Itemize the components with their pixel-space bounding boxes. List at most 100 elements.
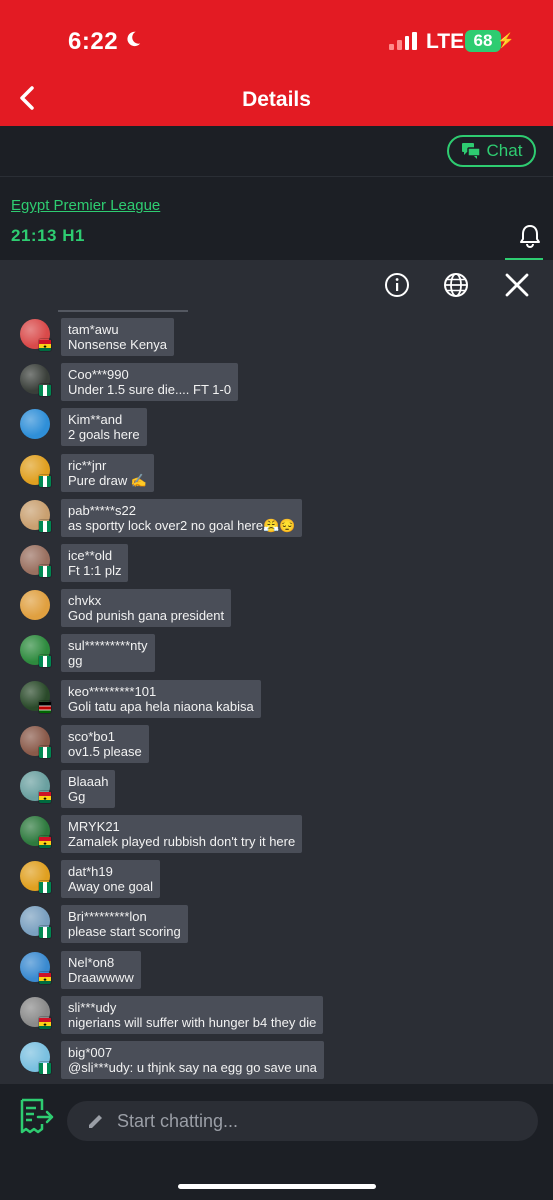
message-row: Kim**and 2 goals here xyxy=(0,408,553,453)
message-bubble[interactable]: MRYK21 Zamalek played rubbish don't try i… xyxy=(61,815,303,854)
bell-icon[interactable] xyxy=(516,222,544,250)
ghana-flag-icon xyxy=(39,836,51,849)
message-username: chvkx xyxy=(68,593,102,609)
message-row: chvkx God punish gana president xyxy=(0,589,553,634)
message-username: dat*h19 xyxy=(68,864,113,880)
message-username: Blaaah xyxy=(68,773,109,789)
league-link[interactable]: Egypt Premier League xyxy=(11,197,160,214)
signal-icon xyxy=(389,32,417,50)
message-username: Nel*on8 xyxy=(68,954,115,970)
ghana-flag-icon xyxy=(39,972,51,984)
message-text: Pure draw ✍ xyxy=(68,472,148,488)
message-text: Under 1.5 sure die.... FT 1-0 xyxy=(68,382,232,398)
message-text: Gg xyxy=(68,788,86,804)
nigeria-flag-icon xyxy=(39,655,51,668)
message-row: Nel*on8 Draawwww xyxy=(0,950,553,996)
ghana-flag-icon xyxy=(39,339,51,351)
nigeria-flag-icon xyxy=(39,475,51,487)
info-icon[interactable] xyxy=(384,272,410,298)
charging-icon: ⚡ xyxy=(497,32,515,48)
message-row: pab*****s22 as sportty lock over2 no goal… xyxy=(0,498,553,544)
home-indicator xyxy=(178,1184,376,1189)
message-bubble[interactable]: tam*awu Nonsense Kenya xyxy=(61,318,175,356)
message-text: Goli tatu apa hela niaona kabisa xyxy=(68,698,254,714)
message-row: Coo***990 Under 1.5 sure die.... FT 1-0 xyxy=(0,363,553,408)
nigeria-flag-icon xyxy=(39,746,51,758)
message-username: big*007 xyxy=(68,1045,113,1060)
message-row: ice**old Ft 1:1 plz xyxy=(0,543,553,589)
ghana-flag-icon xyxy=(39,1017,51,1029)
message-bubble[interactable]: dat*h19 Away one goal xyxy=(61,860,161,899)
message-row: Bri*********lon please start scoring xyxy=(0,905,553,950)
message-bubble[interactable]: Nel*on8 Draawwww xyxy=(61,950,141,989)
message-text: as sportty lock over2 no goal here😤😔 xyxy=(68,517,296,533)
message-row: MRYK21 Zamalek played rubbish don't try i… xyxy=(0,815,553,860)
message-username: sli***udy xyxy=(68,999,117,1015)
message-bubble[interactable]: Blaaah Gg xyxy=(61,769,116,808)
message-username: ric**jnr xyxy=(68,457,107,473)
message-bubble[interactable]: ric**jnr Pure draw ✍ xyxy=(61,453,155,492)
message-text: 2 goals here xyxy=(68,427,140,443)
message-text: Zamalek played rubbish don't try it here xyxy=(68,834,296,850)
message-text: nigerians will suffer with hunger b4 the… xyxy=(68,1014,317,1030)
message-username: pab*****s22 xyxy=(68,502,136,518)
chat-icon xyxy=(461,143,481,159)
message-row: sli***udy nigerians will suffer with hung… xyxy=(0,995,553,1041)
nigeria-flag-icon xyxy=(39,384,51,397)
message-row: big*007 @sli***udy: u thjnk say na egg go… xyxy=(0,1041,553,1086)
moon-icon xyxy=(127,31,141,47)
nigeria-flag-icon xyxy=(39,1062,51,1074)
message-text: gg xyxy=(68,653,83,669)
message-text: @sli***udy: u thjnk say na egg go save u… xyxy=(68,1060,317,1075)
message-text: ov1.5 please xyxy=(68,743,142,759)
message-bubble[interactable]: Coo***990 Under 1.5 sure die.... FT 1-0 xyxy=(61,363,239,402)
battery-icon: 68 xyxy=(465,30,501,52)
message-row: sco*bo1 ov1.5 please xyxy=(0,724,553,770)
message-list[interactable]: tam*awu Nonsense Kenya Coo***990 Under 1.5 … xyxy=(0,318,553,1086)
message-bubble[interactable]: sul*********nty gg xyxy=(61,634,155,673)
message-username: ice**old xyxy=(68,547,113,563)
message-username: MRYK21 xyxy=(68,819,120,835)
chat-input[interactable]: Start chatting... xyxy=(67,1101,538,1141)
nigeria-flag-icon xyxy=(39,520,51,532)
message-text: Away one goal xyxy=(68,879,154,895)
avatar[interactable] xyxy=(20,590,50,621)
message-row: tam*awu Nonsense Kenya xyxy=(0,318,553,363)
message-text: Nonsense Kenya xyxy=(68,337,168,352)
message-bubble[interactable]: Bri*********lon please start scoring xyxy=(61,905,188,944)
message-text: Ft 1:1 plz xyxy=(68,562,122,578)
chat-button[interactable]: Chat xyxy=(447,135,536,167)
message-username: Coo***990 xyxy=(68,367,129,383)
pencil-icon xyxy=(89,1115,102,1128)
kenya-flag-icon xyxy=(39,701,51,713)
message-username: keo*********101 xyxy=(68,683,157,699)
message-row: keo*********101 Goli tatu apa hela niaona… xyxy=(0,679,553,725)
nigeria-flag-icon xyxy=(39,565,51,577)
chat-input-placeholder: Start chatting... xyxy=(117,1110,239,1131)
message-row: Blaaah Gg xyxy=(0,769,553,815)
message-row: ric**jnr Pure draw ✍ xyxy=(0,453,553,499)
scroll-indicator xyxy=(58,310,188,312)
message-text: God punish gana president xyxy=(68,608,225,624)
message-username: sco*bo1 xyxy=(68,728,115,744)
globe-icon[interactable] xyxy=(443,272,469,298)
page-title: Details xyxy=(242,88,311,111)
message-bubble[interactable]: sli***udy nigerians will suffer with hung… xyxy=(61,995,324,1034)
nigeria-flag-icon xyxy=(39,881,51,894)
message-username: Kim**and xyxy=(68,412,123,428)
close-icon[interactable] xyxy=(504,272,530,298)
message-bubble[interactable]: chvkx God punish gana president xyxy=(61,589,232,628)
message-bubble[interactable]: big*007 @sli***udy: u thjnk say na egg go… xyxy=(61,1041,324,1079)
chat-button-label: Chat xyxy=(486,141,523,160)
betslip-icon[interactable] xyxy=(16,1096,56,1136)
message-bubble[interactable]: keo*********101 Goli tatu apa hela niaona… xyxy=(61,679,261,718)
message-bubble[interactable]: Kim**and 2 goals here xyxy=(61,408,147,447)
message-bubble[interactable]: pab*****s22 as sportty lock over2 no goal… xyxy=(61,498,303,537)
message-bubble[interactable]: ice**old Ft 1:1 plz xyxy=(61,543,129,582)
message-username: Bri*********lon xyxy=(68,909,147,925)
message-row: sul*********nty gg xyxy=(0,634,553,679)
ghana-flag-icon xyxy=(39,791,51,803)
avatar[interactable] xyxy=(20,409,50,440)
message-bubble[interactable]: sco*bo1 ov1.5 please xyxy=(61,724,149,763)
divider xyxy=(0,176,553,177)
